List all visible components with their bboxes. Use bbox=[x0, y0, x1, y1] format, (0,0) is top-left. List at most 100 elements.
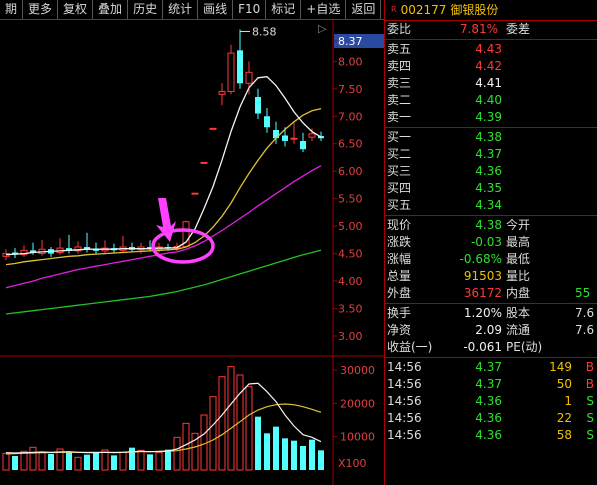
stat-label: 总量 bbox=[387, 269, 412, 283]
tick-volume: 50 bbox=[556, 377, 572, 391]
candle-body[interactable] bbox=[200, 161, 208, 164]
volume-bar bbox=[309, 439, 315, 470]
volume-bar bbox=[137, 449, 145, 471]
toolbar-item-6[interactable]: 画线 bbox=[198, 0, 234, 19]
stat-row: 涨跌 -0.03 最高 bbox=[385, 234, 597, 251]
volume-bar bbox=[38, 452, 46, 471]
buy-price: 4.35 bbox=[475, 181, 502, 195]
toolbar-item-8[interactable]: 标记 bbox=[266, 0, 302, 19]
stock-code: 002177 bbox=[400, 3, 447, 17]
tick-row: 14:56 4.37 50 B bbox=[385, 376, 597, 393]
volume-bar bbox=[12, 456, 18, 470]
volume-bar bbox=[74, 456, 82, 471]
toolbar-item-0[interactable]: 期 bbox=[0, 0, 24, 19]
candle-body[interactable] bbox=[300, 140, 306, 150]
candle-body[interactable] bbox=[264, 116, 270, 128]
candle-body[interactable] bbox=[245, 71, 253, 84]
volume-bar bbox=[29, 446, 37, 471]
stat-label: 外盘 bbox=[387, 286, 412, 300]
sell-row[interactable]: 卖三 4.41 bbox=[385, 75, 597, 92]
tick-row: 14:56 4.37 149 B bbox=[385, 359, 597, 376]
tick-volume: 1 bbox=[564, 394, 572, 408]
buy-row[interactable]: 买二 4.37 bbox=[385, 146, 597, 163]
stat-row: 涨幅 -0.68% 最低 bbox=[385, 251, 597, 268]
volume-bar bbox=[264, 433, 270, 470]
stat2-label2: 流通 bbox=[506, 323, 531, 337]
stat2-label: 收益(一) bbox=[387, 340, 433, 354]
candle-body[interactable] bbox=[308, 133, 316, 138]
sell-label: 卖五 bbox=[387, 42, 412, 56]
sell-price: 4.39 bbox=[475, 110, 502, 124]
stat-label2: 最高 bbox=[506, 235, 531, 249]
toolbar-item-7[interactable]: F10 bbox=[233, 0, 267, 19]
toolbar-item-4[interactable]: 历史 bbox=[128, 0, 164, 19]
candle-body[interactable] bbox=[237, 50, 243, 84]
price-tick-label: 5.00 bbox=[338, 220, 363, 233]
tick-time: 14:56 bbox=[387, 377, 422, 391]
volume-bar bbox=[101, 449, 109, 471]
stat2-label2: 股本 bbox=[506, 306, 531, 320]
stat2-label2: PE(动) bbox=[506, 340, 543, 354]
price-tick-label: 8.00 bbox=[338, 55, 363, 68]
stock-name: 御银股份 bbox=[450, 3, 499, 17]
volume-bar bbox=[209, 396, 217, 471]
stat2-row: 净资 2.09 流通 7.6 bbox=[385, 322, 597, 339]
tick-price: 4.36 bbox=[475, 428, 502, 442]
sell-label: 卖一 bbox=[387, 110, 412, 124]
candle-body[interactable] bbox=[191, 192, 199, 195]
price-tick-label: 4.00 bbox=[338, 275, 363, 288]
sell-label: 卖二 bbox=[387, 93, 412, 107]
tick-side: B bbox=[585, 360, 594, 374]
vol-tick-label: 10000 bbox=[340, 431, 375, 444]
tick-side: S bbox=[586, 428, 594, 442]
buy-row[interactable]: 买四 4.35 bbox=[385, 180, 597, 197]
stat-value: 4.38 bbox=[475, 218, 502, 232]
toolbar-item-10[interactable]: 返回 bbox=[346, 0, 382, 19]
volume-bar bbox=[119, 451, 127, 471]
r-badge: R bbox=[391, 5, 397, 14]
tick-time: 14:56 bbox=[387, 360, 422, 374]
stat-row: 总量 91503 量比 bbox=[385, 268, 597, 285]
candle-body[interactable] bbox=[218, 91, 226, 95]
buy-row[interactable]: 买三 4.36 bbox=[385, 163, 597, 180]
toolbar-item-5[interactable]: 统计 bbox=[163, 0, 199, 19]
tick-price: 4.37 bbox=[475, 360, 502, 374]
tick-time: 14:56 bbox=[387, 394, 422, 408]
stat-label2: 内盘 bbox=[506, 286, 531, 300]
vol-unit-label: X100 bbox=[338, 457, 367, 470]
toolbar-item-9[interactable]: +自选 bbox=[301, 0, 347, 19]
webi-value: 7.81% bbox=[459, 22, 498, 36]
candle-body[interactable] bbox=[290, 137, 298, 140]
sell-row[interactable]: 卖二 4.40 bbox=[385, 92, 597, 109]
candle-body[interactable] bbox=[227, 52, 235, 93]
volume-bar bbox=[227, 366, 235, 471]
buy-row[interactable]: 买一 4.38 bbox=[385, 129, 597, 146]
vol-tick-label: 30000 bbox=[340, 364, 375, 377]
toolbar-item-1[interactable]: 更多 bbox=[23, 0, 59, 19]
stat2-value2: 7.6 bbox=[575, 323, 595, 337]
kline-chart[interactable]: 8.37 8.00 7.50 7.00 6.50 6.00 5.50 5.00 4.50 4.00… bbox=[0, 20, 384, 485]
candle-body[interactable] bbox=[282, 135, 288, 141]
buy-price: 4.38 bbox=[475, 130, 502, 144]
candle-body[interactable] bbox=[209, 127, 217, 130]
buy-row[interactable]: 买五 4.34 bbox=[385, 197, 597, 214]
volume-bar bbox=[255, 416, 261, 470]
tick-row: 14:56 4.36 58 S bbox=[385, 427, 597, 444]
sell-row[interactable]: 卖一 4.39 bbox=[385, 109, 597, 126]
stat-label2: 最低 bbox=[506, 252, 531, 266]
candle-body[interactable] bbox=[255, 97, 261, 114]
stat2-row: 收益(一) -0.061 PE(动) bbox=[385, 339, 597, 356]
expand-arrow-icon[interactable]: ▷ bbox=[318, 22, 326, 35]
tick-volume: 149 bbox=[549, 360, 572, 374]
sell-row[interactable]: 卖五 4.43 bbox=[385, 41, 597, 58]
stat2-label: 换手 bbox=[387, 306, 412, 320]
high-price-label: 8.58 bbox=[252, 25, 277, 38]
sell-row[interactable]: 卖四 4.42 bbox=[385, 58, 597, 75]
toolbar-item-3[interactable]: 叠加 bbox=[93, 0, 129, 19]
toolbar-item-2[interactable]: 复权 bbox=[58, 0, 94, 19]
stat2-value: -0.061 bbox=[463, 340, 502, 354]
buy-label: 买五 bbox=[387, 198, 412, 212]
price-tick-label: 8.37 bbox=[338, 35, 363, 48]
buy-label: 买一 bbox=[387, 130, 412, 144]
webi-row: 委比 7.81% 委差 bbox=[385, 21, 597, 38]
